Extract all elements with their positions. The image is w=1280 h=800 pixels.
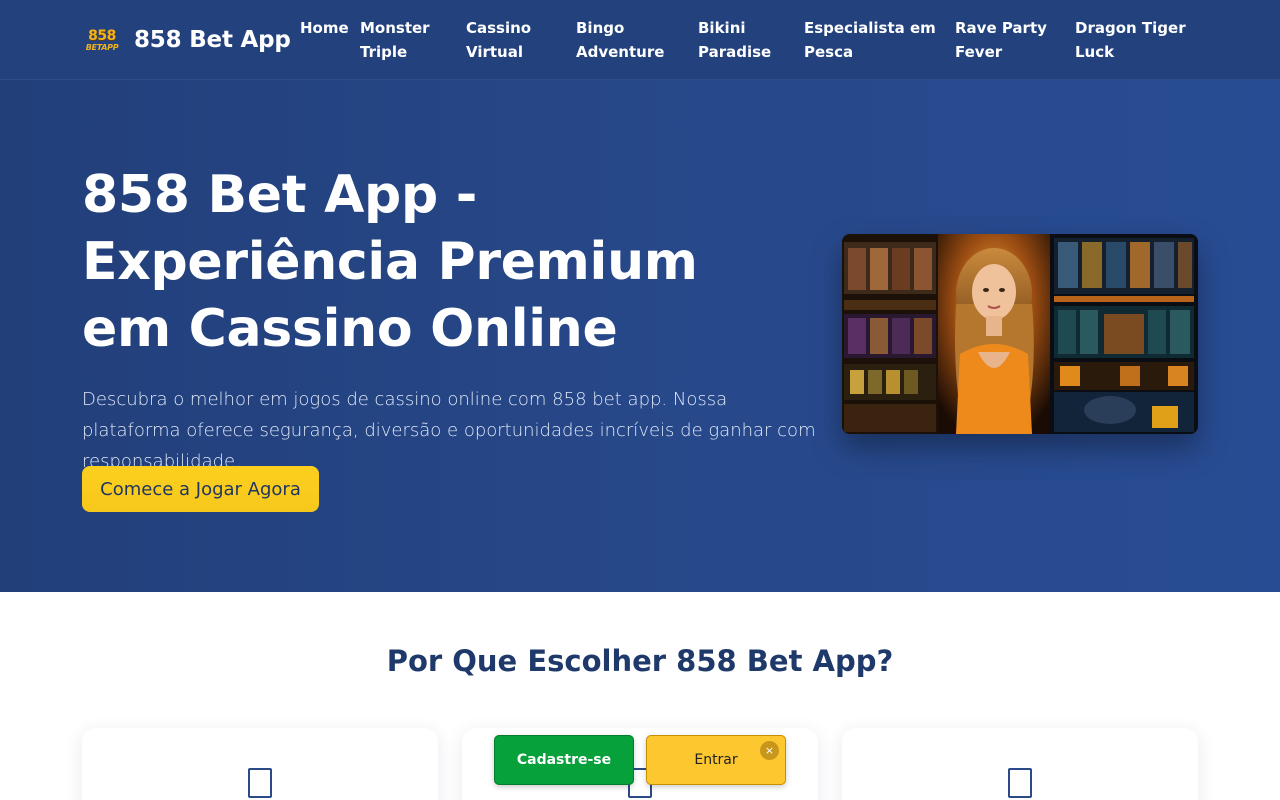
features-title: Por Que Escolher 858 Bet App?	[386, 644, 894, 678]
nav-item-cassino-virtual[interactable]: Cassino Virtual	[466, 16, 531, 64]
hero-casino-image	[842, 234, 1198, 434]
nav-item-dragon-tiger-luck[interactable]: Dragon Tiger Luck	[1075, 16, 1186, 64]
document-icon	[248, 768, 272, 798]
document-icon	[1008, 768, 1032, 798]
hero-title: 858 Bet App - Experiência Premium em Cas…	[82, 165, 698, 359]
signup-button[interactable]: Cadastre-se	[494, 735, 634, 785]
hero-description: Descubra o melhor em jogos de cassino on…	[82, 389, 816, 472]
feature-card	[842, 728, 1198, 800]
nav-item-especialista-em-pesca[interactable]: Especialista em Pesca	[804, 16, 936, 64]
hero-section: 858 Bet App - Experiência Premium em Cas…	[0, 80, 1280, 592]
start-playing-button[interactable]: Comece a Jogar Agora	[82, 466, 319, 512]
nav-item-bikini-paradise[interactable]: Bikini Paradise	[698, 16, 771, 64]
brand-logo: 858 BETAPP	[85, 27, 119, 52]
nav-item-home[interactable]: Home	[300, 16, 349, 40]
nav-item-rave-party-fever[interactable]: Rave Party Fever	[955, 16, 1047, 64]
nav-item-bingo-adventure[interactable]: Bingo Adventure	[576, 16, 664, 64]
brand-link[interactable]: 858 BETAPP 858 Bet App	[84, 18, 291, 62]
site-header: 858 BETAPP 858 Bet App Home Monster Tripl…	[0, 0, 1280, 80]
close-icon[interactable]: ×	[760, 741, 779, 760]
feature-card	[82, 728, 438, 800]
brand-name: 858 Bet App	[134, 27, 291, 53]
nav-item-monster-triple[interactable]: Monster Triple	[360, 16, 430, 64]
